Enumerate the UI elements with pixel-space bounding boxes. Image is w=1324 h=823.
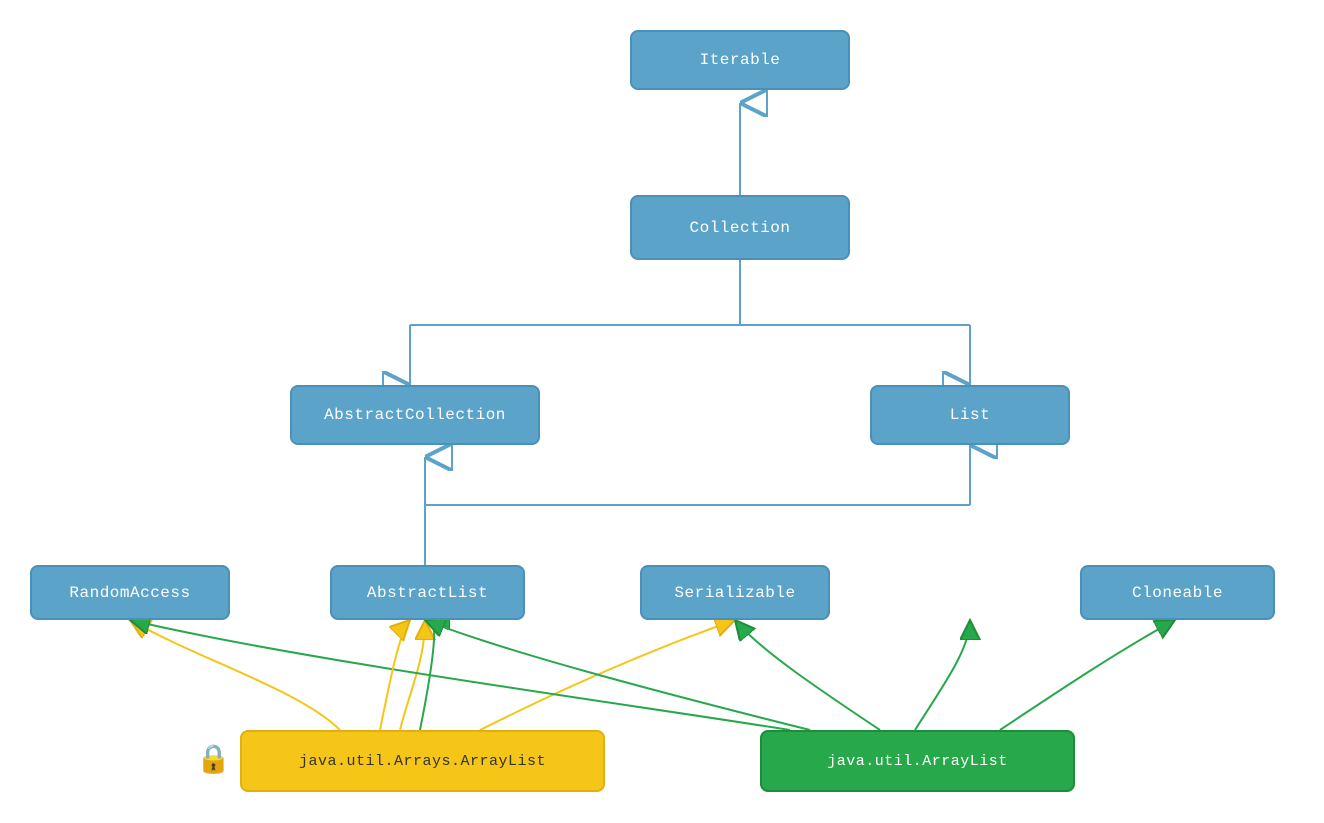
node-serializable: Serializable xyxy=(640,565,830,620)
node-random-access: RandomAccess xyxy=(30,565,230,620)
diagram-container: Iterable Collection AbstractCollection L… xyxy=(0,0,1324,823)
node-arraylist: java.util.ArrayList xyxy=(760,730,1075,792)
node-abstract-list: AbstractList xyxy=(330,565,525,620)
lock-icon: 🔒 xyxy=(196,742,231,777)
node-collection: Collection xyxy=(630,195,850,260)
node-cloneable: Cloneable xyxy=(1080,565,1275,620)
connections-svg xyxy=(0,0,1324,823)
node-list: List xyxy=(870,385,1070,445)
node-arrays-arraylist: java.util.Arrays.ArrayList xyxy=(240,730,605,792)
node-iterable: Iterable xyxy=(630,30,850,90)
node-abstract-collection: AbstractCollection xyxy=(290,385,540,445)
